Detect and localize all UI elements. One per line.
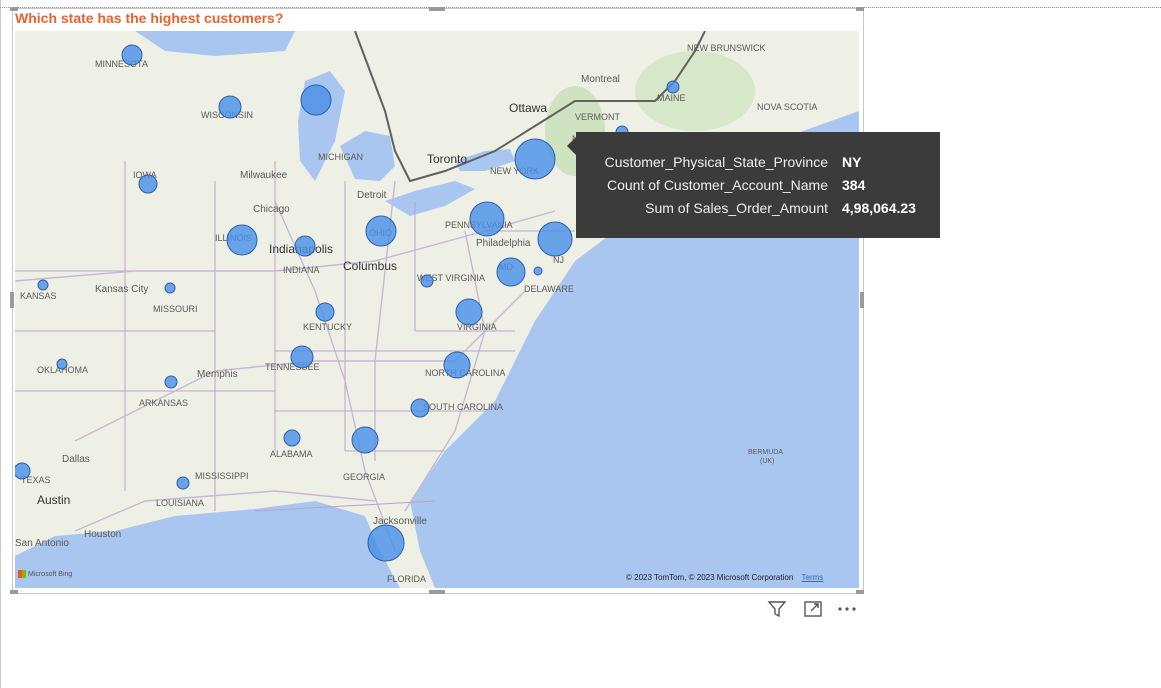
customer-bubble[interactable] — [455, 298, 483, 326]
tooltip-label: Sum of Sales_Order_Amount — [645, 200, 828, 216]
map-label: KENTUCKY — [303, 322, 352, 332]
provider-label: Microsoft Bing — [27, 570, 73, 578]
map-label: INDIANA — [283, 265, 320, 275]
customer-bubble[interactable] — [164, 375, 178, 389]
map-label: Kansas City — [95, 284, 148, 295]
map-label: Montreal — [581, 74, 620, 85]
map-label: (UK) — [760, 458, 774, 465]
tooltip-row-state: Customer_Physical_State_Province NY — [576, 154, 940, 176]
map-label: Detroit — [357, 190, 387, 201]
customer-bubble[interactable] — [176, 476, 190, 490]
resize-handle-bottom[interactable] — [429, 590, 445, 594]
customer-bubble[interactable] — [218, 95, 242, 119]
map-label: GEORGIA — [343, 472, 385, 482]
customer-bubble[interactable] — [300, 84, 332, 116]
customer-bubble[interactable] — [365, 215, 397, 247]
customer-bubble[interactable] — [290, 345, 314, 369]
tooltip-value: 384 — [842, 177, 866, 193]
tooltip-pointer — [567, 137, 576, 155]
map-label: VERMONT — [575, 112, 621, 122]
tooltip-label: Count of Customer_Account_Name — [607, 177, 828, 193]
resize-handle-left[interactable] — [10, 292, 14, 308]
forest-region — [635, 51, 755, 131]
customer-bubble[interactable] — [121, 44, 143, 66]
map-label: Chicago — [253, 204, 290, 215]
resize-handle-bottom-left[interactable] — [10, 590, 18, 594]
customer-bubble[interactable] — [533, 266, 543, 276]
map-label: FLORIDA — [387, 574, 426, 584]
map-label: Memphis — [197, 369, 238, 380]
microsoft-bing-logo: Microsoft Bing — [18, 570, 72, 578]
map-label: NOVA SCOTIA — [757, 102, 817, 112]
more-options-icon[interactable] — [836, 598, 858, 620]
map-label: Toronto — [427, 152, 467, 166]
map-label: DELAWARE — [524, 284, 574, 294]
resize-handle-top-right[interactable] — [856, 7, 864, 11]
customer-bubble[interactable] — [514, 138, 556, 180]
map-label: Columbus — [343, 259, 397, 273]
visual-title: Which state has the highest customers? — [15, 10, 284, 26]
customer-bubble[interactable] — [283, 429, 301, 447]
map-label: NEW BRUNSWICK — [687, 43, 766, 53]
tooltip: Customer_Physical_State_Province NY Coun… — [576, 132, 940, 238]
map-label: Houston — [84, 529, 121, 540]
customer-bubble[interactable] — [420, 274, 434, 288]
resize-handle-bottom-right[interactable] — [856, 590, 864, 594]
canvas-border — [0, 0, 1, 688]
customer-bubble[interactable] — [294, 235, 316, 257]
customer-bubble[interactable] — [56, 358, 68, 370]
customer-bubble[interactable] — [496, 257, 526, 287]
map-label: Philadelphia — [476, 238, 531, 249]
resize-handle-right[interactable] — [860, 292, 864, 308]
customer-bubble[interactable] — [315, 302, 335, 322]
map-label: Austin — [37, 493, 70, 507]
map-label: ALABAMA — [270, 449, 313, 459]
customer-bubble[interactable] — [666, 80, 680, 94]
customer-bubble[interactable] — [367, 524, 405, 562]
map-label: San Antonio — [15, 538, 69, 549]
tooltip-value: 4,98,064.23 — [842, 200, 916, 216]
filter-icon[interactable] — [766, 598, 788, 620]
tooltip-row-sales: Sum of Sales_Order_Amount 4,98,064.23 — [576, 200, 940, 222]
customer-bubble[interactable] — [226, 224, 258, 256]
map-label: Ottawa — [509, 101, 547, 115]
map-label: KANSAS — [20, 291, 57, 301]
attribution-text: © 2023 TomTom, © 2023 Microsoft Corporat… — [626, 573, 794, 582]
map-label: SOUTH CAROLINA — [423, 402, 503, 412]
focus-mode-icon[interactable] — [802, 598, 824, 620]
map-label: BERMUDA — [748, 449, 783, 456]
map-label: Dallas — [62, 454, 90, 465]
resize-handle-top[interactable] — [429, 7, 445, 11]
tooltip-label: Customer_Physical_State_Province — [604, 154, 828, 170]
map-label: NJ — [553, 255, 564, 265]
map-label: MISSISSIPPI — [195, 471, 249, 481]
map-label: MAINE — [657, 93, 686, 103]
customer-bubble[interactable] — [138, 174, 158, 194]
map-label: LOUISIANA — [156, 498, 204, 508]
microsoft-logo-icon — [18, 570, 26, 578]
customer-bubble[interactable] — [443, 351, 471, 379]
map-label: MISSOURI — [153, 304, 198, 314]
customer-bubble[interactable] — [164, 282, 176, 294]
map-label: Milwaukee — [240, 170, 288, 181]
bubble-map[interactable]: MINNESOTAWISCONSINIOWAMICHIGANMilwaukeeC… — [15, 31, 859, 588]
customer-bubble[interactable] — [469, 201, 505, 237]
terms-link[interactable]: Terms — [802, 573, 824, 582]
map-label: MICHIGAN — [318, 152, 363, 162]
customer-bubble[interactable] — [351, 426, 379, 454]
tooltip-row-count: Count of Customer_Account_Name 384 — [576, 177, 940, 199]
customer-bubble[interactable] — [537, 221, 573, 257]
customer-bubble[interactable] — [410, 398, 430, 418]
customer-bubble[interactable] — [37, 279, 49, 291]
map-label: ARKANSAS — [139, 398, 188, 408]
map-attribution: © 2023 TomTom, © 2023 Microsoft Corporat… — [626, 573, 823, 582]
tooltip-value: NY — [842, 154, 862, 170]
customer-bubble[interactable] — [15, 462, 31, 480]
